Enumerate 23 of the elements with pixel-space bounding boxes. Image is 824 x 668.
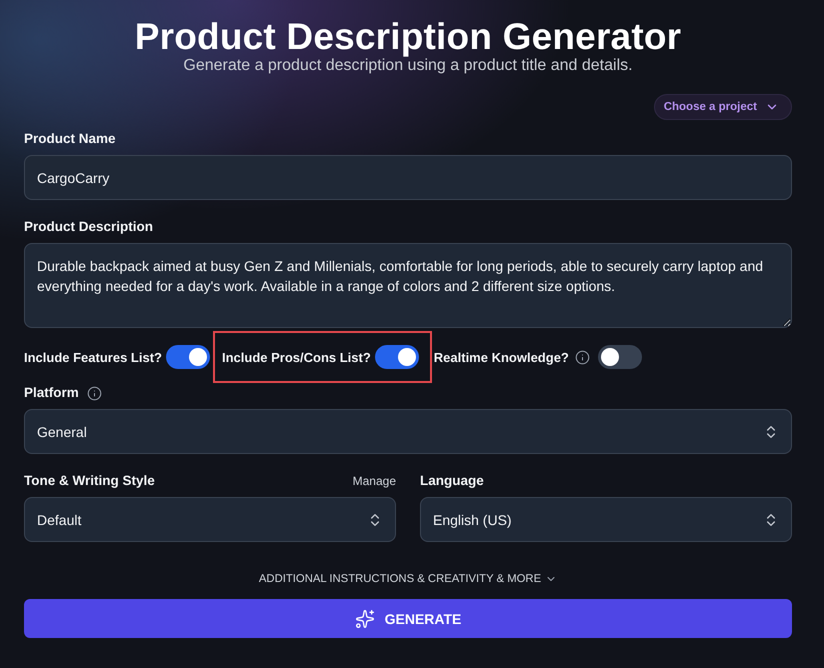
field-label: Tone & Writing Style xyxy=(24,472,155,490)
toggle-switch[interactable] xyxy=(598,345,642,369)
field-label: Product Description xyxy=(24,218,154,236)
page-title: Product Description Generator xyxy=(134,15,682,58)
field-label: Platform xyxy=(24,384,79,402)
field-label: Product Name xyxy=(24,130,116,148)
toggle-switch[interactable] xyxy=(374,345,419,369)
toggle-label: Include Features List? xyxy=(24,350,162,364)
tone-select[interactable]: Default xyxy=(24,497,396,542)
generate-button[interactable]: GENERATE xyxy=(24,599,792,638)
product-name-field[interactable]: CargoCarry xyxy=(24,155,792,200)
manage-link[interactable]: Manage xyxy=(352,474,396,488)
project-picker[interactable]: Choose a project xyxy=(654,94,792,120)
language-select[interactable]: English (US) xyxy=(420,497,792,542)
page-subtitle: Generate a product description using a product title and details. xyxy=(182,57,634,76)
toggle-label: Include Pros/Cons List? xyxy=(222,350,371,364)
product-description-field[interactable]: Durable backpack aimed at busy Gen Z and Millenials, comfortable for long periods, able to securely carry laptop and everything needed for a day's work. Available in a range of colors and 2 different size options. xyxy=(24,243,792,328)
sparkles-icon xyxy=(354,608,375,628)
field-label: Language xyxy=(420,472,484,490)
toggle-label: Realtime Knowledge? xyxy=(434,350,569,364)
platform-select[interactable]: General xyxy=(24,409,792,454)
more-options-toggle[interactable]: ADDITIONAL INSTRUCTIONS & CREATIVITY & MORE xyxy=(258,571,558,587)
toggle-switch[interactable] xyxy=(166,345,210,369)
